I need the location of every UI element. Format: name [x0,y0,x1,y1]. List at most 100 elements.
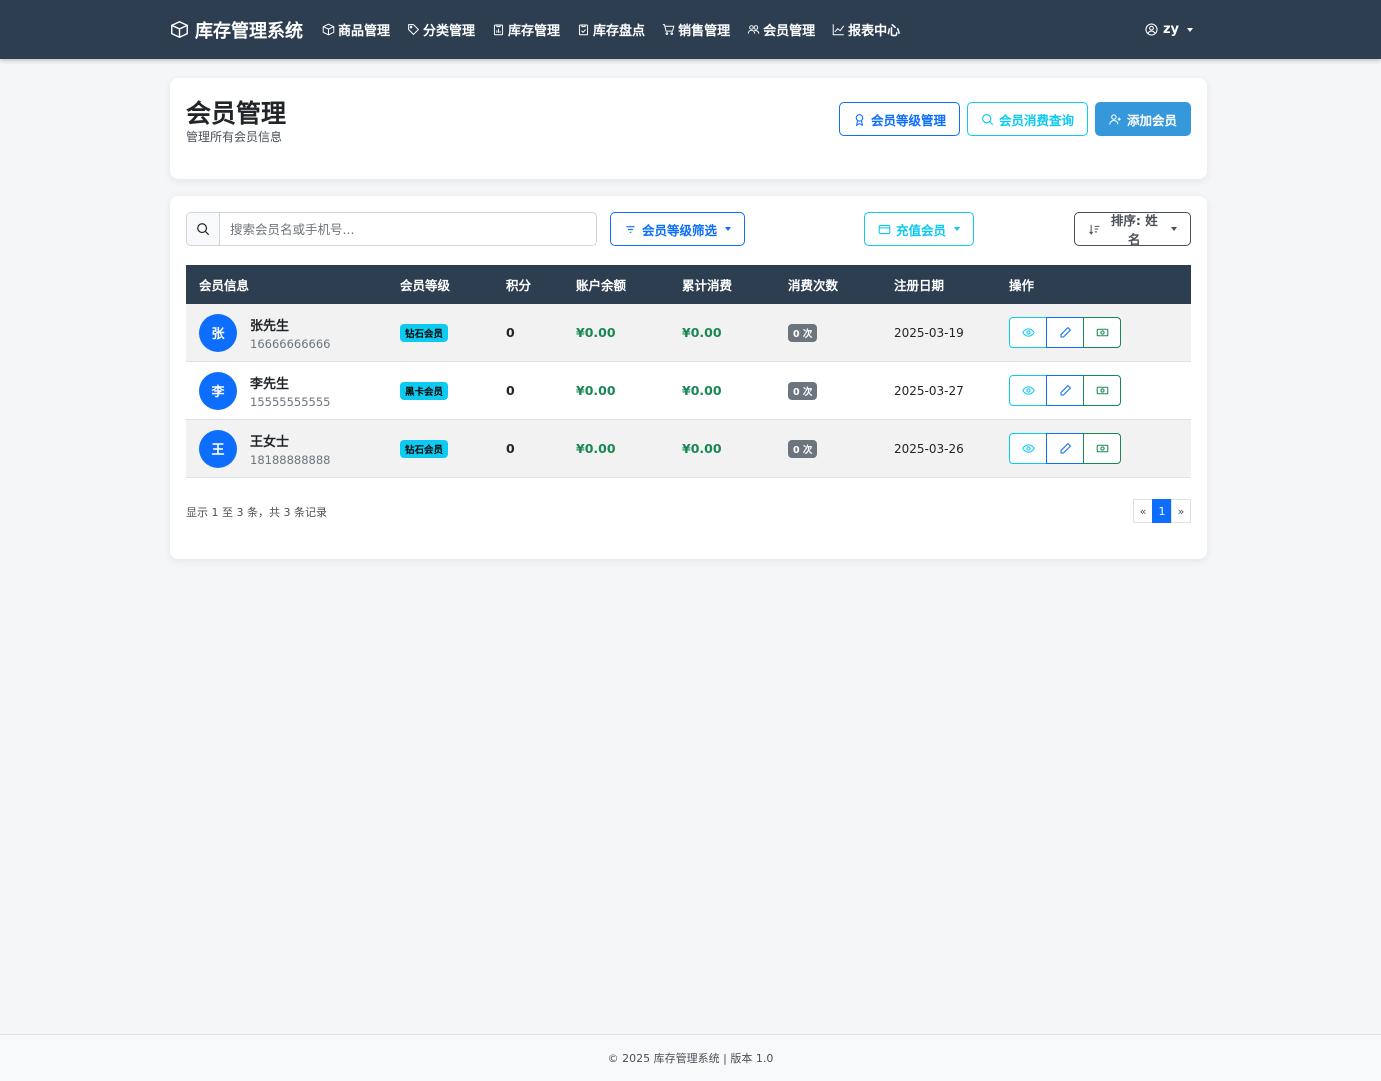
credit-card-icon [878,224,891,234]
nav-item-members[interactable]: 会员管理 [747,20,815,39]
nav-item-reports[interactable]: 报表中心 [832,20,900,39]
level-filter-dropdown[interactable]: 会员等级筛选 [610,212,746,246]
member-phone: 15555555555 [250,394,331,409]
member-level-button[interactable]: 会员等级管理 [838,102,960,136]
recharge-button[interactable] [1083,375,1121,406]
box-icon [322,23,335,36]
level-badge: 钻石会员 [400,439,449,458]
header-actions: 会员等级管理 会员消费查询 添加会员 [838,102,1191,136]
clipboard-check-icon [578,24,589,36]
award-icon [855,113,864,126]
table-row: 王 王女士 18188888888 钻石会员 0 ¥0.00 ¥0.00 0 次… [186,420,1191,478]
member-search-input[interactable] [220,213,596,245]
column-header: 累计消费 [682,278,733,293]
balance: ¥0.00 [576,325,616,340]
recharge-dropdown[interactable]: 充值会员 [864,212,975,246]
member-consume-label: 会员消费查询 [998,112,1074,128]
view-button[interactable] [1009,375,1047,406]
cash-icon [1096,328,1108,337]
sort-dropdown[interactable]: 排序: 姓名 [1074,212,1191,247]
recharge-label: 充值会员 [896,222,947,238]
eye-icon [1021,444,1035,453]
pencil-icon [1060,326,1071,338]
avatar: 王 [199,429,237,468]
eye-icon [1021,328,1035,337]
balance: ¥0.00 [576,441,616,456]
member-phone: 18188888888 [250,452,331,467]
avatar: 张 [199,313,237,352]
register-date: 2025-03-27 [894,383,964,398]
avatar: 李 [199,371,237,410]
column-header: 注册日期 [894,278,945,293]
points: 0 [506,441,515,456]
member-consume-button[interactable]: 会员消费查询 [966,102,1088,136]
page-next[interactable]: » [1171,499,1191,523]
nav-item-inventory[interactable]: 库存管理 [492,20,560,39]
chevron-down-icon [1171,227,1177,231]
column-header: 消费次数 [788,278,839,293]
box-icon [171,20,188,39]
footer-text: © 2025 库存管理系统 | 版本 1.0 [607,1052,774,1065]
eye-icon [1021,386,1035,395]
person-plus-icon [1109,113,1121,124]
pagination: « 1 » [1133,499,1191,523]
table-row: 张 张先生 16666666666 钻石会员 0 ¥0.00 ¥0.00 0 次… [186,304,1191,362]
user-name: zy [1162,22,1179,37]
sort-icon [1089,224,1100,235]
edit-button[interactable] [1046,433,1084,464]
consume-count-badge: 0 次 [788,381,818,400]
view-button[interactable] [1009,317,1047,348]
column-header: 会员信息 [199,278,250,293]
member-info-cell: 王 王女士 18188888888 [186,429,400,468]
row-actions [1009,375,1191,406]
recharge-button[interactable] [1083,317,1121,348]
cart-icon [662,24,675,35]
recharge-button[interactable] [1083,433,1121,464]
page-current[interactable]: 1 [1152,499,1172,523]
nav-label: 库存管理 [508,24,561,39]
nav-label: 报表中心 [848,24,901,39]
nav-label: 分类管理 [423,24,476,39]
column-header: 会员等级 [400,278,451,293]
member-name: 李先生 [250,376,290,392]
level-badge: 钻石会员 [400,323,449,342]
member-level-label: 会员等级管理 [870,112,946,128]
search-icon [197,223,210,236]
total-spent: ¥0.00 [682,383,722,398]
graph-icon [832,24,845,36]
search-addon [187,213,220,245]
add-member-button[interactable]: 添加会员 [1094,102,1191,136]
chevron-down-icon [1187,27,1193,32]
nav-item-categories[interactable]: 分类管理 [407,20,475,39]
people-icon [747,25,760,34]
consume-count-badge: 0 次 [788,439,818,458]
table-row: 李 李先生 15555555555 黑卡会员 0 ¥0.00 ¥0.00 0 次… [186,362,1191,420]
nav-label: 会员管理 [763,24,816,39]
points: 0 [506,325,515,340]
filter-icon [626,225,635,233]
table-header: 会员信息 会员等级 积分 账户余额 累计消费 消费次数 注册日期 操作 [186,265,1191,304]
column-header: 积分 [506,278,532,293]
register-date: 2025-03-26 [894,441,964,456]
total-spent: ¥0.00 [682,325,722,340]
user-menu[interactable]: zy [1145,0,1193,59]
edit-button[interactable] [1046,317,1084,348]
page-prev[interactable]: « [1133,499,1153,523]
top-navbar: 库存管理系统 商品管理 分类管理 库存管理 库存盘点 销售管理 会员管理 报表中… [0,0,1381,59]
nav-item-stocktake[interactable]: 库存盘点 [577,20,645,39]
nav-label: 库存盘点 [593,24,646,39]
member-table: 会员信息 会员等级 积分 账户余额 累计消费 消费次数 注册日期 操作 张 张先… [186,265,1191,478]
search-group [186,212,597,246]
nav-item-products[interactable]: 商品管理 [322,20,390,39]
member-name: 王女士 [250,434,290,450]
nav-label: 商品管理 [338,24,391,39]
nav-item-sales[interactable]: 销售管理 [662,20,730,39]
edit-button[interactable] [1046,375,1084,406]
member-info-cell: 李 李先生 15555555555 [186,371,400,410]
brand[interactable]: 库存管理系统 [170,0,303,59]
clipboard-data-icon [493,24,504,36]
view-button[interactable] [1009,433,1047,464]
add-member-label: 添加会员 [1126,112,1177,128]
main-nav: 商品管理 分类管理 库存管理 库存盘点 销售管理 会员管理 报表中心 [322,0,917,59]
page-footer: © 2025 库存管理系统 | 版本 1.0 [0,1034,1381,1081]
